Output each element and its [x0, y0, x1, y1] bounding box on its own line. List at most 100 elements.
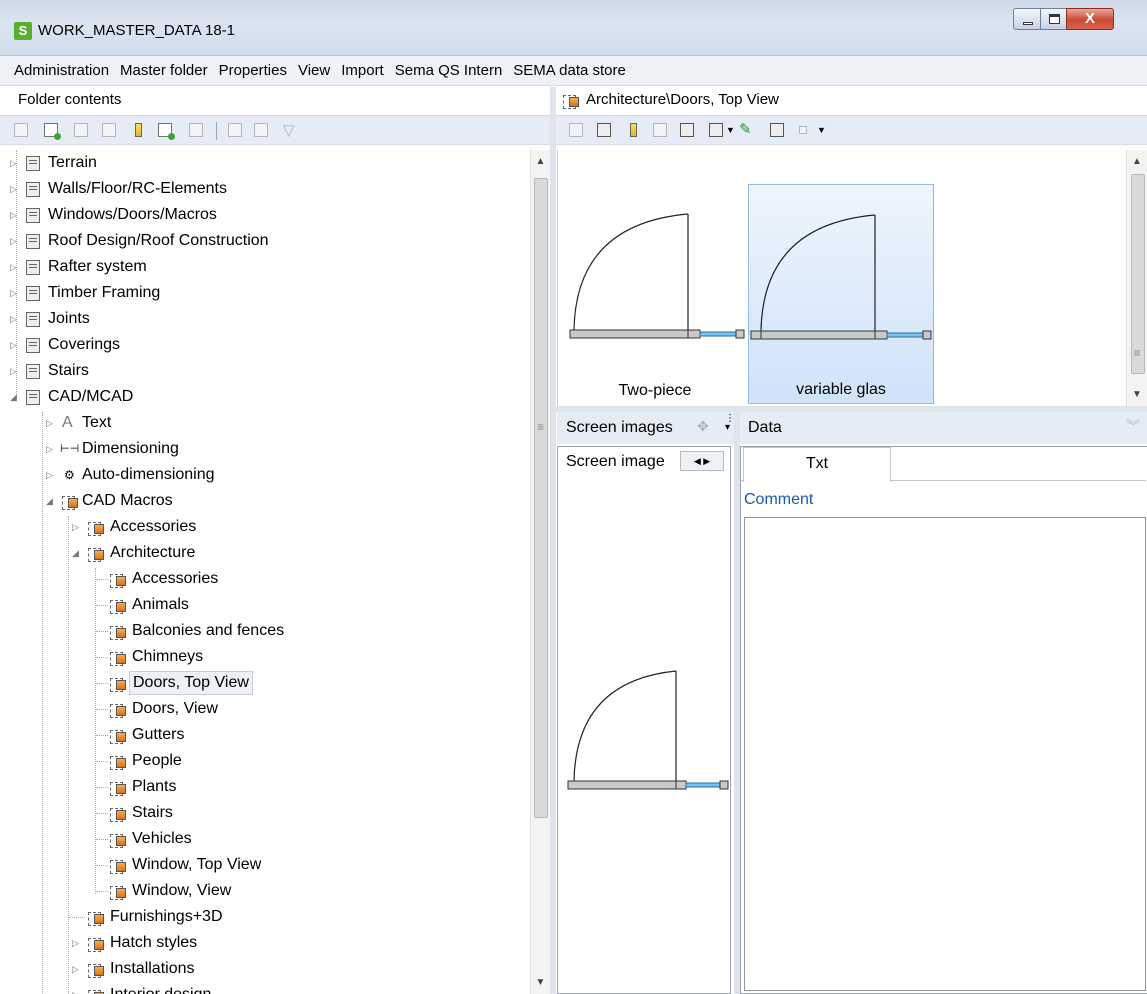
scroll-down-icon[interactable]: ▼	[531, 977, 550, 988]
copy-item-icon[interactable]	[597, 123, 611, 137]
chevron-down-icon[interactable]: ▼	[817, 125, 831, 139]
tree-guide	[96, 579, 108, 580]
expand-arrow-icon[interactable]: ▷	[72, 514, 82, 540]
toolbar-separator	[216, 122, 217, 140]
filter-icon[interactable]: ▽	[283, 121, 297, 139]
menu-view[interactable]: View	[298, 62, 330, 79]
txt-tab[interactable]: Txt	[743, 447, 891, 482]
add-item-icon[interactable]	[158, 123, 175, 140]
macro-folder-icon	[110, 884, 126, 900]
tree-guide	[96, 891, 108, 892]
scroll-up-icon[interactable]: ▲	[1127, 156, 1147, 167]
tree-guide	[68, 516, 69, 994]
preview-tile[interactable]: Two-piece	[562, 184, 748, 404]
scroll-down-icon[interactable]: ▼	[1127, 389, 1147, 400]
expand-arrow-icon[interactable]: ▷	[10, 332, 20, 358]
tree-label: People	[132, 752, 182, 769]
new-folder-icon[interactable]	[44, 123, 61, 140]
expand-arrow-icon[interactable]: ▷	[10, 280, 20, 306]
copy-folder-icon[interactable]	[102, 123, 116, 137]
comment-field[interactable]	[744, 517, 1146, 991]
pin-icon[interactable]: ✥	[697, 418, 709, 435]
tree-guide	[96, 605, 108, 606]
view-mode-icon[interactable]	[709, 123, 723, 137]
tree-guide	[95, 568, 96, 894]
delete-icon[interactable]	[680, 123, 694, 137]
expand-arrow-icon[interactable]: ▷	[10, 150, 20, 176]
chevron-down-icon[interactable]: ▼	[726, 125, 740, 139]
panel-splitter[interactable]	[550, 87, 556, 994]
expand-arrow-icon[interactable]: ▷	[10, 202, 20, 228]
folder-icon	[26, 312, 40, 327]
text-tool-icon: A	[62, 414, 73, 431]
link-icon[interactable]	[228, 123, 242, 137]
screen-images-header-bar: Screen images ✥ ⋮ ▾	[557, 412, 735, 444]
collapse-arrow-icon[interactable]: ◢	[10, 384, 20, 410]
tree-label: Stairs	[48, 362, 89, 379]
folder-icon	[26, 260, 40, 275]
tree-scrollbar[interactable]: ▲ ≡ ▼	[530, 150, 550, 994]
macro-folder-icon	[110, 832, 126, 848]
marker-icon[interactable]	[630, 123, 637, 137]
macro-folder-icon	[110, 624, 126, 640]
scroll-thumb[interactable]	[534, 178, 548, 818]
tree-label: Animals	[132, 596, 189, 613]
grip-icon: ≡	[1133, 346, 1141, 360]
tree-label: Furnishings+3D	[110, 908, 223, 925]
folder-icon	[26, 234, 40, 249]
menu-import[interactable]: Import	[341, 62, 384, 79]
expand-arrow-icon[interactable]: ▷	[10, 228, 20, 254]
folder-icon	[26, 156, 40, 171]
menu-master-folder[interactable]: Master folder	[120, 62, 208, 79]
edit-pen-icon[interactable]: ✎	[739, 120, 753, 138]
tree-label: CAD Macros	[82, 492, 173, 509]
gear-icon: ⚙	[64, 468, 75, 482]
properties-icon[interactable]	[770, 123, 784, 137]
maximize-icon	[1049, 14, 1060, 24]
data-header: Data	[748, 419, 782, 436]
menu-sema-data-store[interactable]: SEMA data store	[513, 62, 626, 79]
expand-arrow-icon[interactable]: ▷	[10, 254, 20, 280]
screen-image-tab[interactable]: Screen image	[566, 453, 665, 471]
tree-label: Dimensioning	[82, 440, 179, 457]
expand-arrow-icon[interactable]: ▷	[46, 436, 56, 462]
collapse-arrow-icon[interactable]: ◢	[72, 540, 82, 566]
expand-arrow-icon[interactable]: ▷	[10, 358, 20, 384]
show-icon[interactable]	[254, 123, 268, 137]
scroll-thumb[interactable]	[1131, 174, 1145, 374]
expand-arrow-icon[interactable]: ▷	[72, 982, 82, 994]
minimize-button[interactable]	[1013, 8, 1041, 30]
scroll-up-icon[interactable]: ▲	[531, 156, 550, 167]
tree-label: Chimneys	[132, 648, 204, 665]
expand-arrow-icon[interactable]: ▷	[72, 956, 82, 982]
expand-arrow-icon[interactable]: ▷	[72, 930, 82, 956]
preview-scrollbar[interactable]: ▲ ≡ ▼	[1126, 150, 1147, 406]
edit-folder-icon[interactable]	[74, 123, 88, 137]
marker-icon[interactable]	[135, 123, 142, 137]
folder-icon	[26, 182, 40, 197]
collapse-chevron-icon[interactable]: ︾	[1126, 416, 1140, 436]
macro-folder-icon	[110, 676, 126, 692]
macro-folder-icon	[110, 728, 126, 744]
data-header-bar: Data ︾	[740, 412, 1147, 444]
menu-properties[interactable]: Properties	[219, 62, 287, 79]
macro-folder-icon	[110, 572, 126, 588]
size-icon[interactable]	[799, 126, 807, 134]
tab-scroll-arrows[interactable]: ◀ ▶	[680, 451, 724, 471]
save-icon[interactable]	[653, 123, 667, 137]
expand-arrow-icon[interactable]: ▷	[46, 410, 56, 436]
menu-sema-qs-intern[interactable]: Sema QS Intern	[395, 62, 503, 79]
expand-arrow-icon[interactable]: ▷	[10, 176, 20, 202]
collapse-arrow-icon[interactable]: ◢	[46, 488, 56, 514]
tree-view-icon[interactable]	[14, 123, 28, 137]
folder-toolbar: ▽	[0, 115, 552, 145]
expand-arrow-icon[interactable]: ▷	[10, 306, 20, 332]
tree-guide	[96, 761, 108, 762]
expand-arrow-icon[interactable]: ▷	[46, 462, 56, 488]
maximize-button[interactable]	[1040, 8, 1067, 30]
menu-administration[interactable]: Administration	[14, 62, 109, 79]
delete-icon[interactable]	[189, 123, 203, 137]
new-item-icon[interactable]	[569, 123, 583, 137]
preview-tile-selected[interactable]: variable glas	[748, 184, 934, 404]
close-button[interactable]: X	[1066, 8, 1114, 30]
